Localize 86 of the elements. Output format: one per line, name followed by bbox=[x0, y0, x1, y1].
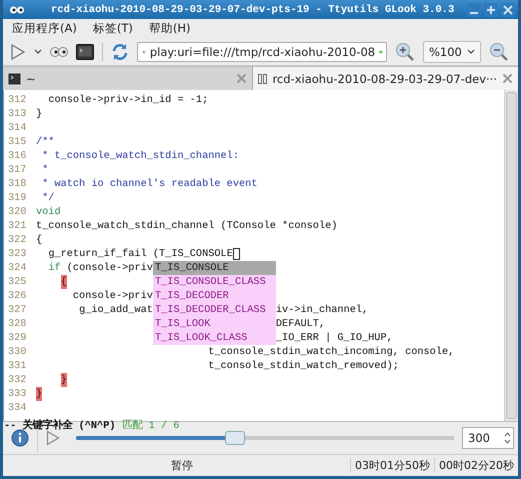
terminal-icon bbox=[8, 72, 21, 84]
zoom-out-icon[interactable] bbox=[488, 42, 509, 62]
caret-icon bbox=[466, 48, 475, 54]
line-number: 321 bbox=[8, 219, 28, 233]
close-icon[interactable] bbox=[502, 73, 513, 84]
status-message: -- 关键字补全 (^N^P) bbox=[4, 418, 116, 432]
code-text: if bbox=[48, 261, 61, 275]
caret-icon[interactable] bbox=[34, 48, 42, 54]
code-text: g_return_if_fail (T_IS_CONSOLE bbox=[48, 247, 233, 261]
pause-icon bbox=[258, 74, 268, 84]
code-text: console->priv->in_id = -1; bbox=[48, 93, 208, 107]
spin-arrows-icon[interactable] bbox=[504, 431, 511, 445]
menu-item[interactable]: 应用程序(A) bbox=[9, 21, 80, 36]
app-icon bbox=[9, 4, 25, 14]
code-text: void bbox=[36, 205, 61, 219]
completion-item[interactable]: T_IS_LOOK bbox=[153, 317, 276, 331]
line-number: 323 bbox=[8, 247, 28, 261]
line-number: 329 bbox=[8, 331, 28, 345]
code-text: t_console_watch_stdin_channel (TConsole *console) bbox=[36, 219, 338, 233]
line-number: 325 bbox=[8, 275, 28, 289]
code-text: } bbox=[36, 107, 42, 121]
line-number: 327 bbox=[8, 303, 28, 317]
code-text: * watch io channel's readable event bbox=[42, 177, 258, 191]
tab[interactable]: rcd-xiaohu-2010-08-29-03-29-07-dev··· bbox=[252, 66, 518, 90]
line-number: 324 bbox=[8, 261, 28, 275]
line-number: 312 bbox=[8, 93, 28, 107]
window-title: rcd-xiaohu-2010-08-29-03-29-07-dev-pts-19 - Ttyutils GLook 3.0.3 bbox=[51, 4, 454, 16]
code-text: t_console_stdin_watch_removed); bbox=[208, 359, 399, 373]
code-text: * t_console_watch_stdin_channel: bbox=[42, 149, 239, 163]
completion-item[interactable]: T_IS_CONSOLE bbox=[153, 261, 276, 275]
line-number: 334 bbox=[8, 401, 28, 415]
menu-item[interactable]: 帮助(H) bbox=[146, 21, 194, 36]
minimize-icon[interactable] bbox=[467, 2, 481, 16]
code-text: } bbox=[60, 373, 67, 387]
line-number: 318 bbox=[8, 177, 28, 191]
line-number: 322 bbox=[8, 233, 28, 247]
line-number: 328 bbox=[8, 317, 28, 331]
line-number: 333 bbox=[8, 387, 28, 401]
total-time: 03时01分50秒 bbox=[350, 458, 434, 473]
completion-item[interactable]: T_IS_LOOK_CLASS bbox=[153, 331, 276, 345]
line-number: 320 bbox=[8, 205, 28, 219]
url-field[interactable]: play:uri=file:///tmp/rcd-xiaohu-2010-08 bbox=[137, 42, 387, 62]
code-text: * bbox=[42, 163, 48, 177]
elapsed-time: 00时02分20秒 bbox=[434, 458, 518, 473]
code-text: g_io_add_wat bbox=[79, 303, 153, 317]
slider-handle[interactable] bbox=[224, 431, 245, 445]
status-message: 匹配 1 / 6 bbox=[122, 418, 180, 432]
completion-item[interactable]: T_IS_DECODER_CLASS bbox=[153, 303, 276, 317]
code-text: (console->priv bbox=[66, 261, 153, 275]
speed-spinbox[interactable]: 300 bbox=[462, 427, 514, 449]
line-number: 313 bbox=[8, 107, 28, 121]
tab[interactable]: ~ bbox=[3, 66, 252, 90]
code-text: console->priv bbox=[72, 289, 153, 303]
completion-item[interactable]: T_IS_DECODER bbox=[153, 289, 276, 303]
line-number: 330 bbox=[8, 345, 28, 359]
close-icon[interactable] bbox=[236, 73, 248, 84]
close-icon[interactable] bbox=[501, 2, 515, 16]
info-icon[interactable] bbox=[11, 429, 29, 447]
line-number: 326 bbox=[8, 289, 28, 303]
terminal-icon[interactable] bbox=[76, 44, 94, 60]
menu-item[interactable]: 标签(T) bbox=[90, 21, 136, 36]
code-text: DEFAULT, bbox=[276, 317, 326, 331]
line-number: 332 bbox=[8, 373, 28, 387]
code-text: _IO_ERR | G_IO_HUP, bbox=[276, 331, 393, 345]
playback-state: 暂停 bbox=[171, 458, 194, 473]
refresh-icon[interactable] bbox=[111, 42, 129, 60]
code-text: { bbox=[60, 275, 67, 289]
zoom-in-icon[interactable] bbox=[395, 42, 415, 62]
line-number: 331 bbox=[8, 359, 28, 373]
play-icon[interactable] bbox=[10, 42, 26, 60]
code-text: */ bbox=[42, 191, 54, 205]
line-number: 316 bbox=[8, 149, 28, 163]
code-text: t_console_stdin_watch_incoming, console, bbox=[208, 345, 454, 359]
eyes-icon[interactable] bbox=[50, 46, 68, 58]
code-text: { bbox=[36, 233, 42, 247]
code-text: } bbox=[36, 387, 42, 401]
line-number: 317 bbox=[8, 163, 28, 177]
line-number: 314 bbox=[8, 121, 28, 135]
code-text: /** bbox=[36, 135, 54, 149]
line-number: 315 bbox=[8, 135, 28, 149]
zoom-combo[interactable]: %100 bbox=[423, 40, 481, 62]
code-text: iv->in_channel, bbox=[276, 303, 368, 317]
line-number: 319 bbox=[8, 191, 28, 205]
maximize-icon[interactable] bbox=[484, 2, 498, 16]
completion-item[interactable]: T_IS_CONSOLE_CLASS bbox=[153, 275, 276, 289]
play-icon[interactable] bbox=[46, 430, 60, 446]
